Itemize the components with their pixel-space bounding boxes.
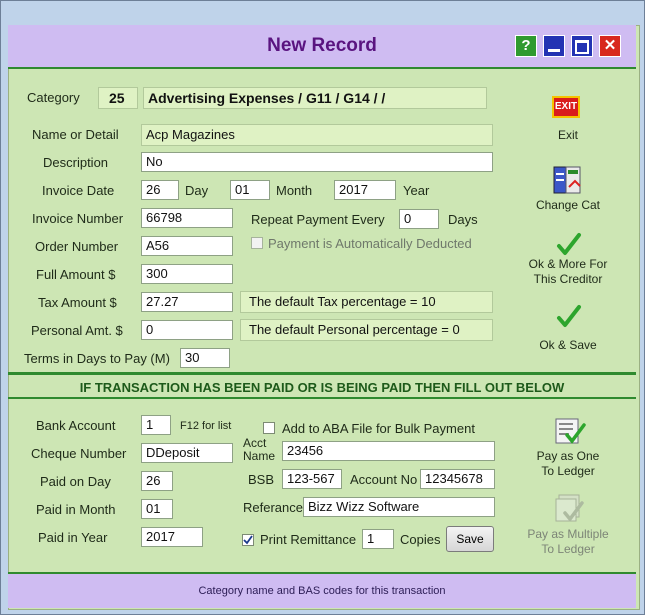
- bsb-label: BSB: [248, 472, 275, 487]
- bank-account-label: Bank Account: [36, 418, 116, 433]
- invoice-day-field[interactable]: 26: [141, 180, 179, 200]
- copies-field[interactable]: 1: [362, 529, 394, 549]
- personal-amount-label: Personal Amt. $: [31, 323, 123, 338]
- terms-label: Terms in Days to Pay (M): [24, 351, 170, 366]
- ok-more-label-line1: Ok & More For: [528, 257, 608, 271]
- cheque-number-label: Cheque Number: [31, 446, 127, 461]
- pay-as-multiple-button[interactable]: [553, 493, 585, 522]
- status-text: Category name and BAS codes for this tra…: [198, 585, 446, 597]
- account-no-field[interactable]: 12345678: [420, 469, 495, 489]
- name-field[interactable]: Acp Magazines: [141, 124, 493, 146]
- acct-name-label: Acct Name: [243, 437, 275, 463]
- category-code[interactable]: 25: [98, 87, 138, 109]
- description-label: Description: [43, 155, 109, 170]
- ledger-check-icon: [555, 418, 586, 444]
- paid-month-label: Paid in Month: [36, 502, 116, 517]
- section-divider-bottom: [8, 397, 636, 399]
- print-remittance-checkbox[interactable]: [242, 534, 254, 546]
- account-no-label: Account No: [350, 472, 418, 487]
- acct-name-field[interactable]: 23456: [282, 441, 495, 461]
- description-field[interactable]: No: [141, 152, 493, 172]
- personal-amount-field[interactable]: 0: [141, 320, 233, 340]
- status-bar: Category name and BAS codes for this tra…: [8, 572, 636, 608]
- exit-button[interactable]: EXIT: [552, 96, 584, 124]
- invoice-month-field[interactable]: 01: [230, 180, 270, 200]
- year-label: Year: [403, 183, 430, 198]
- ok-save-label[interactable]: Ok & Save: [530, 338, 606, 353]
- pay-as-one-button[interactable]: [553, 415, 586, 444]
- acct-name-label-line2: Name: [243, 449, 276, 463]
- paid-banner: IF TRANSACTION HAS BEEN PAID OR IS BEING…: [79, 380, 565, 395]
- title-bar: New Record: [8, 25, 636, 69]
- month-label: Month: [276, 183, 313, 198]
- tax-amount-field[interactable]: 27.27: [141, 292, 233, 312]
- ok-more-button[interactable]: [556, 232, 588, 260]
- paid-year-label: Paid in Year: [38, 530, 108, 545]
- invoice-date-label: Invoice Date: [42, 183, 115, 198]
- change-cat-button[interactable]: [552, 165, 584, 194]
- days-label: Days: [448, 212, 478, 227]
- pay-as-multiple-label[interactable]: Pay as Multiple To Ledger: [520, 527, 616, 557]
- paid-day-field[interactable]: 26: [141, 471, 173, 491]
- category-name: Advertising Expenses / G11 / G14 / /: [143, 87, 487, 109]
- reference-field[interactable]: Bizz Wizz Software: [303, 497, 495, 517]
- paid-year-field[interactable]: 2017: [141, 527, 203, 547]
- bank-account-field[interactable]: 1: [141, 415, 171, 435]
- ok-more-label[interactable]: Ok & More For This Creditor: [520, 257, 616, 287]
- reference-label: Referance: [243, 500, 303, 515]
- cheque-number-field[interactable]: DDeposit: [141, 443, 233, 463]
- window-title: New Record: [267, 35, 377, 56]
- invoice-number-label: Invoice Number: [32, 211, 124, 226]
- exit-icon: EXIT: [552, 96, 580, 118]
- change-category-icon: [553, 166, 581, 194]
- minimize-button[interactable]: [543, 35, 565, 57]
- pay-as-one-label-line1: Pay as One: [536, 449, 600, 463]
- personal-default-info: The default Personal percentage = 0: [240, 319, 493, 341]
- aba-label: Add to ABA File for Bulk Payment: [282, 421, 475, 436]
- bsb-field[interactable]: 123-567: [282, 469, 342, 489]
- print-remittance-label: Print Remittance: [260, 532, 357, 547]
- checkmark-icon: [557, 305, 581, 327]
- category-label: Category: [27, 90, 80, 105]
- checkmark-icon: [557, 233, 581, 255]
- pay-as-one-label-line2: To Ledger: [541, 464, 595, 478]
- full-amount-label: Full Amount $: [36, 267, 116, 282]
- ledger-stack-icon: [555, 494, 584, 522]
- day-label: Day: [185, 183, 209, 198]
- section-divider-top: [8, 372, 636, 375]
- pay-as-multiple-label-line2: To Ledger: [541, 542, 595, 556]
- repeat-days-field[interactable]: 0: [399, 209, 439, 229]
- check-icon: [243, 535, 253, 545]
- copies-label: Copies: [400, 532, 441, 547]
- ok-more-label-line2: This Creditor: [533, 272, 603, 286]
- maximize-button[interactable]: [571, 35, 593, 57]
- f12-hint: F12 for list: [180, 420, 232, 432]
- tax-default-info: The default Tax percentage = 10: [240, 291, 493, 313]
- change-cat-label[interactable]: Change Cat: [530, 198, 606, 213]
- paid-day-label: Paid on Day: [40, 474, 111, 489]
- invoice-year-field[interactable]: 2017: [334, 180, 396, 200]
- name-label: Name or Detail: [32, 127, 119, 142]
- minimize-icon: [548, 49, 560, 52]
- maximize-icon: [575, 40, 589, 54]
- order-number-field[interactable]: A56: [141, 236, 233, 256]
- full-amount-field[interactable]: 300: [141, 264, 233, 284]
- auto-deduct-label: Payment is Automatically Deducted: [268, 236, 472, 251]
- paid-month-field[interactable]: 01: [141, 499, 173, 519]
- pay-as-multiple-label-line1: Pay as Multiple: [527, 527, 609, 541]
- aba-checkbox[interactable]: [263, 422, 275, 434]
- exit-label[interactable]: Exit: [540, 128, 596, 143]
- repeat-payment-label: Repeat Payment Every: [251, 212, 385, 227]
- form-panel: [8, 25, 640, 610]
- auto-deduct-checkbox[interactable]: [251, 237, 263, 249]
- invoice-number-field[interactable]: 66798: [141, 208, 233, 228]
- ok-save-button[interactable]: [556, 304, 588, 332]
- close-button[interactable]: ✕: [599, 35, 621, 57]
- terms-field[interactable]: 30: [180, 348, 230, 368]
- help-button[interactable]: ?: [515, 35, 537, 57]
- tax-amount-label: Tax Amount $: [38, 295, 117, 310]
- save-button[interactable]: Save: [446, 526, 494, 552]
- pay-as-one-label[interactable]: Pay as One To Ledger: [528, 449, 608, 479]
- order-number-label: Order Number: [35, 239, 119, 254]
